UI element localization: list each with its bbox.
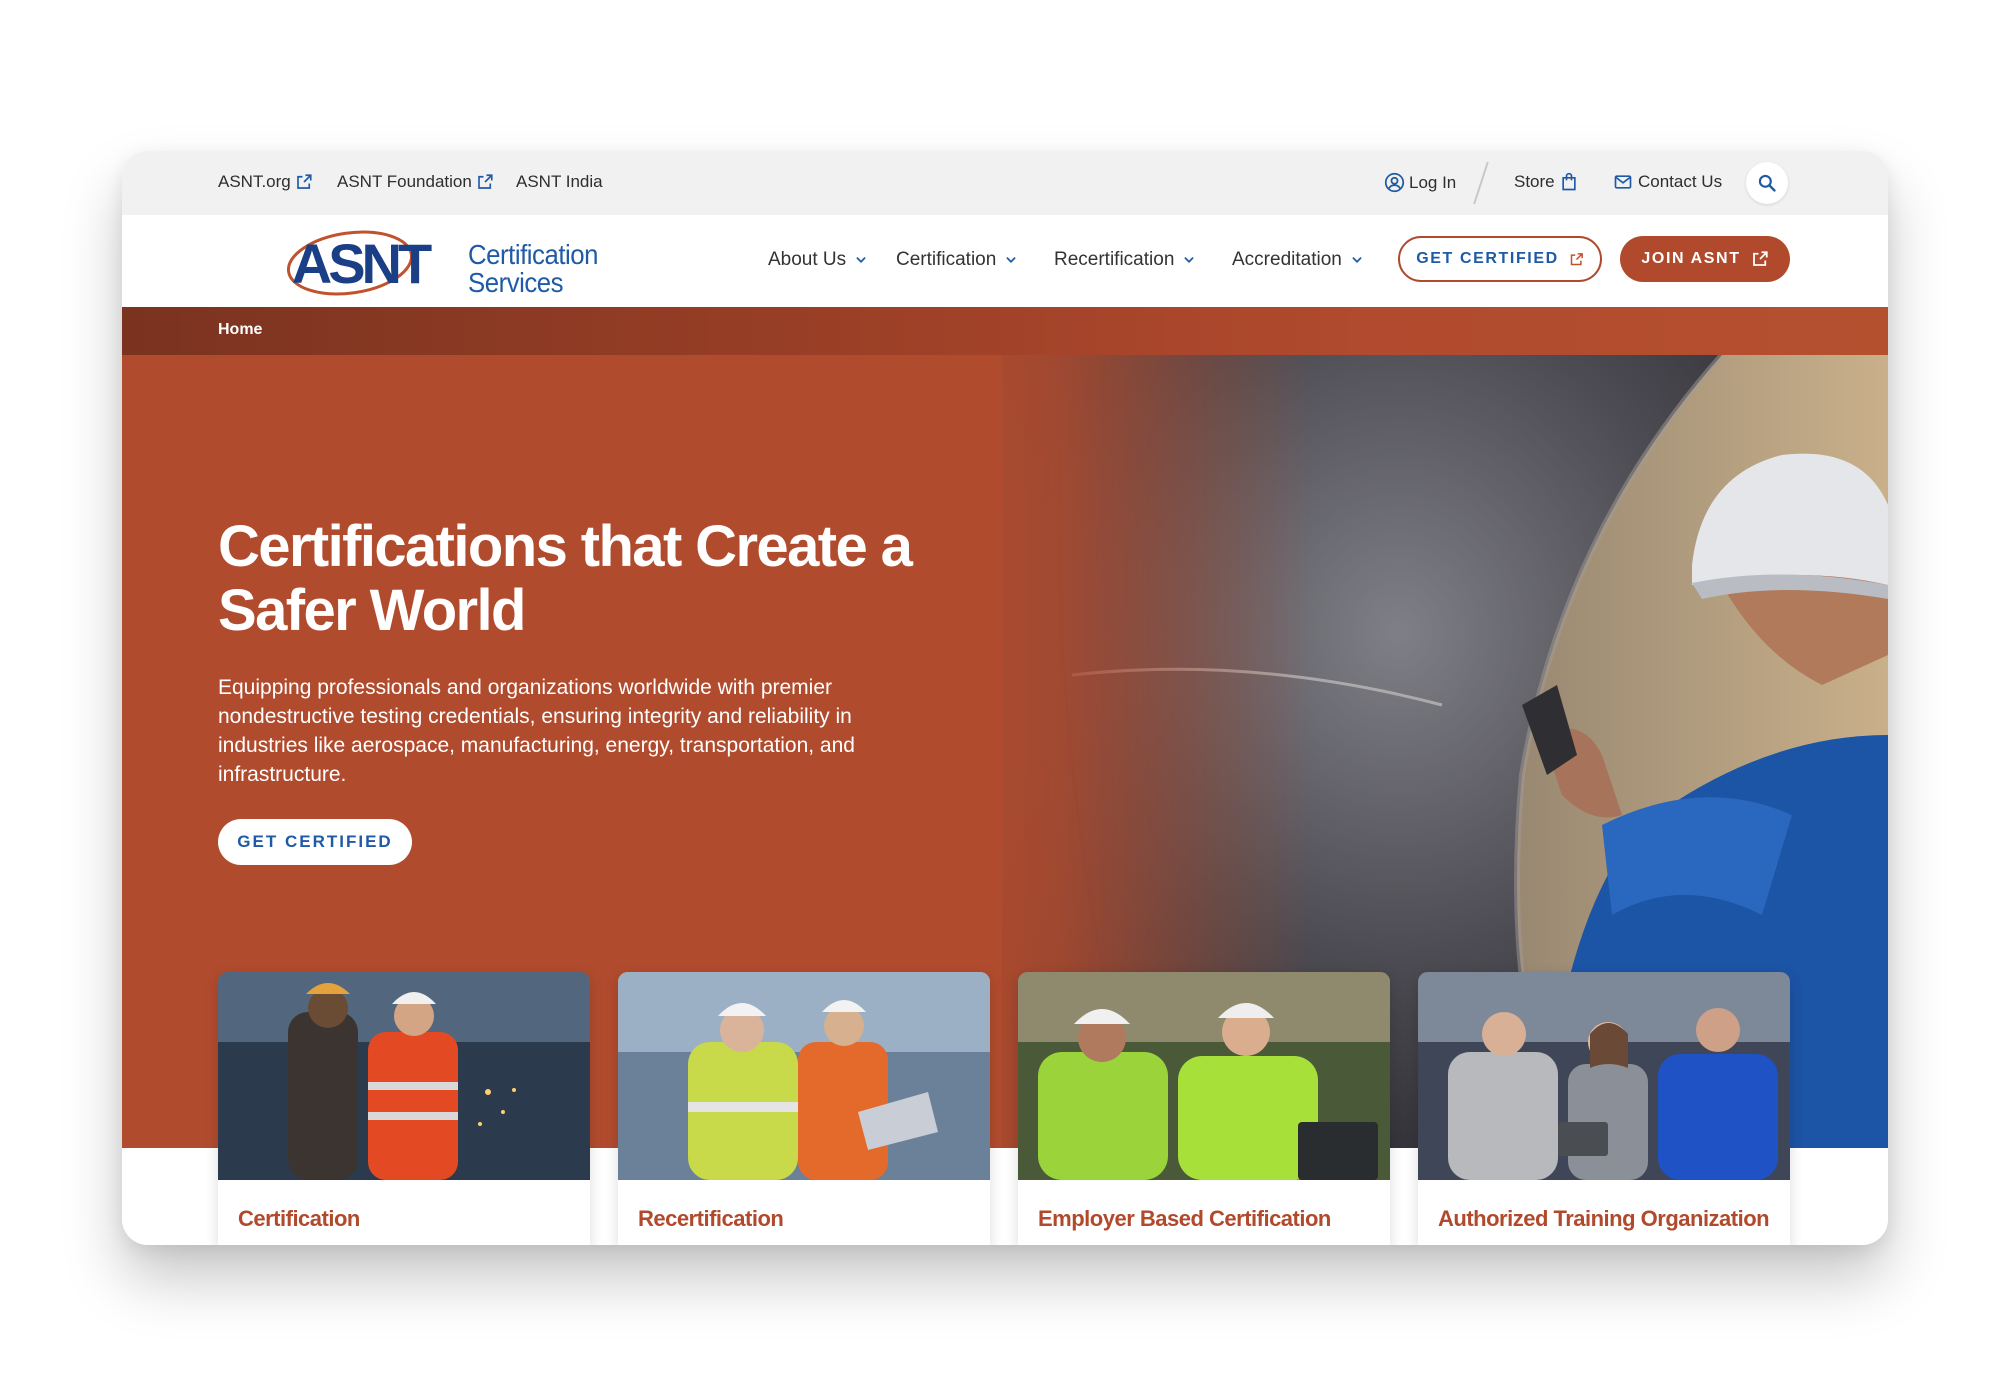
join-asnt-label: JOIN ASNT: [1641, 250, 1741, 267]
get-certified-hero-button[interactable]: GET CERTIFIED: [218, 819, 412, 865]
chevron-down-icon: [856, 257, 866, 263]
card-certification-photo: [218, 972, 590, 1180]
nav-recertification[interactable]: Recertification: [1054, 249, 1196, 271]
card-authorized-training-organization[interactable]: Authorized Training Organization: [1418, 972, 1790, 1245]
external-link-icon: [1752, 251, 1768, 266]
nav-accreditation-label: Accreditation: [1232, 249, 1342, 270]
nav-accreditation[interactable]: Accreditation: [1232, 249, 1364, 271]
hero-title: Certifications that Create a Safer World: [218, 515, 918, 643]
utility-divider: [1473, 161, 1489, 205]
asnt-india-label: ASNT India: [516, 172, 603, 191]
card-recertification-photo: [618, 972, 990, 1180]
chevron-down-icon: [1006, 257, 1017, 263]
envelope-icon: [1614, 175, 1632, 189]
card-employer-based-title: Employer Based Certification: [1038, 1206, 1331, 1231]
contact-link[interactable]: Contact Us: [1612, 172, 1722, 192]
asnt-org-link[interactable]: ASNT.org: [218, 172, 313, 192]
shopping-bag-icon: [1561, 172, 1576, 191]
card-recertification[interactable]: Recertification: [618, 972, 990, 1245]
card-certification[interactable]: Certification: [218, 972, 590, 1245]
nav-about-us-label: About Us: [768, 249, 847, 270]
nav-recertification-label: Recertification: [1054, 249, 1175, 270]
logo-text: Certification Services: [468, 241, 598, 297]
external-link-icon: [478, 174, 493, 189]
hero-description: Equipping professionals and organization…: [218, 676, 855, 786]
search-icon: [1758, 174, 1776, 192]
get-certified-nav-button[interactable]: GET CERTIFIED: [1398, 236, 1602, 282]
card-certification-title: Certification: [238, 1206, 360, 1231]
external-link-icon: [296, 174, 312, 189]
logo-line2: Services: [468, 267, 564, 298]
hero-title-line2: Safer World: [218, 578, 526, 643]
card-recertification-title: Recertification: [638, 1206, 784, 1231]
browser-window: ASNT.org ASNT Foundation ASNT India Log …: [122, 151, 1888, 1245]
store-link[interactable]: Store: [1514, 172, 1579, 192]
store-label: Store: [1514, 172, 1555, 191]
breadcrumb: Home: [122, 307, 1888, 355]
asnt-logo-letters: ASNT: [292, 232, 432, 295]
asnt-india-link[interactable]: ASNT India: [516, 172, 603, 192]
nav-certification-label: Certification: [896, 249, 997, 270]
login-label: Log In: [1409, 172, 1457, 192]
get-certified-hero-label: GET CERTIFIED: [237, 832, 393, 851]
hero-title-line1: Certifications that Create a: [218, 514, 913, 579]
breadcrumb-home[interactable]: Home: [218, 321, 262, 339]
nav-certification[interactable]: Certification: [896, 249, 1018, 271]
chevron-down-icon: [1184, 257, 1195, 263]
join-asnt-button[interactable]: JOIN ASNT: [1620, 236, 1790, 282]
contact-label: Contact Us: [1638, 172, 1723, 191]
chevron-down-icon: [1352, 257, 1362, 263]
external-link-icon: [1570, 252, 1583, 265]
user-circle-icon: [1384, 172, 1405, 193]
card-ato-title: Authorized Training Organization: [1438, 1206, 1770, 1231]
utility-bar: ASNT.org ASNT Foundation ASNT India Log …: [122, 151, 1888, 216]
asnt-org-label: ASNT.org: [218, 172, 291, 191]
search-button[interactable]: [1746, 162, 1788, 204]
asnt-foundation-label: ASNT Foundation: [337, 172, 472, 191]
card-employer-based-certification[interactable]: Employer Based Certification: [1018, 972, 1390, 1245]
logo-line1: Certification: [468, 239, 599, 270]
asnt-foundation-link[interactable]: ASNT Foundation: [337, 172, 494, 192]
main-nav: ASNT Certification Services About Us Cer…: [122, 215, 1888, 307]
nav-about-us[interactable]: About Us: [768, 249, 868, 271]
asnt-logo[interactable]: ASNT Certification Services: [232, 223, 598, 299]
asnt-logo-mark: ASNT: [286, 230, 436, 296]
get-certified-nav-label: GET CERTIFIED: [1416, 250, 1559, 267]
card-ato-photo: [1418, 972, 1790, 1180]
card-employer-based-photo: [1018, 972, 1390, 1180]
login-link[interactable]: Log In: [1384, 172, 1456, 193]
